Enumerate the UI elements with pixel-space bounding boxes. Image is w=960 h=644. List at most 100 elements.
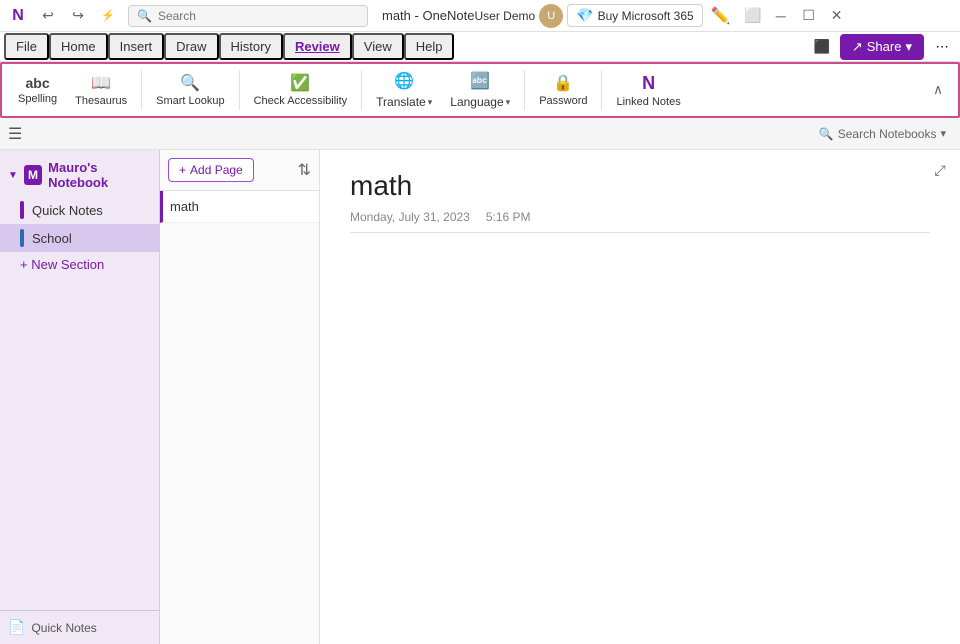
quick-notes-label: Quick Notes: [32, 203, 103, 218]
menu-home[interactable]: Home: [49, 33, 108, 60]
notebook-icon: M: [24, 165, 42, 185]
search-notebooks-label: Search Notebooks: [838, 127, 937, 141]
title-bar-right: User Demo U 💎 Buy Microsoft 365 ✏️ ⬜ ─ ☐…: [475, 4, 851, 28]
translate-chevron-icon: ▾: [428, 97, 433, 108]
section-bar-quick-notes: [20, 201, 24, 219]
menu-draw[interactable]: Draw: [164, 33, 218, 60]
thesaurus-icon: 📖: [91, 73, 111, 93]
hamburger-button[interactable]: ☰: [8, 124, 22, 144]
menu-right: ⬛ ↗ Share ▾ ⋯: [808, 34, 956, 60]
note-area[interactable]: ⤢ math Monday, July 31, 2023 5:16 PM: [320, 150, 960, 644]
menu-review[interactable]: Review: [283, 33, 352, 60]
spelling-label: Spelling: [18, 93, 57, 105]
menu-insert[interactable]: Insert: [108, 33, 165, 60]
ribbon-items: abc Spelling 📖 Thesaurus 🔍 Smart Lookup …: [10, 67, 950, 113]
quick-notes-footer-icon: 📄: [8, 619, 25, 636]
ribbon-sep-5: [601, 70, 602, 110]
quick-notes-footer-label: Quick Notes: [31, 621, 96, 635]
sidebar-footer[interactable]: 📄 Quick Notes: [0, 610, 159, 644]
sort-pages-button[interactable]: ⇅: [298, 160, 311, 180]
ribbon-sep-3: [361, 70, 362, 110]
school-label: School: [32, 231, 72, 246]
menu-help[interactable]: Help: [404, 33, 455, 60]
language-chevron-icon: ▾: [506, 97, 511, 108]
autosave-button[interactable]: ⚡: [94, 4, 122, 28]
ribbon-collapse-button[interactable]: ∧: [926, 78, 950, 102]
check-accessibility-label: Check Accessibility: [254, 95, 348, 107]
notebook-name: Mauro's Notebook: [48, 160, 151, 190]
notebook-view-button[interactable]: ⬜: [739, 4, 767, 28]
password-icon: 🔒: [553, 73, 573, 93]
language-label: Language: [450, 95, 503, 109]
search-notebooks-icon: 🔍: [819, 127, 834, 141]
search-icon: 🔍: [137, 9, 152, 23]
menu-history[interactable]: History: [219, 33, 283, 60]
ribbon: abc Spelling 📖 Thesaurus 🔍 Smart Lookup …: [0, 62, 960, 118]
smart-lookup-icon: 🔍: [180, 73, 200, 93]
spelling-button[interactable]: abc Spelling: [10, 71, 65, 109]
more-options-button[interactable]: ⋯: [928, 34, 956, 60]
share-label: Share: [867, 39, 902, 54]
notebook-layout-button[interactable]: ⬛: [808, 34, 836, 60]
user-info: User Demo U: [475, 4, 564, 28]
title-search-box[interactable]: 🔍: [128, 5, 368, 27]
chevron-up-icon: ∧: [933, 82, 943, 98]
avatar: U: [539, 4, 563, 28]
add-page-label: Add Page: [190, 163, 243, 177]
page-math-label: math: [170, 199, 199, 214]
menu-file[interactable]: File: [4, 33, 49, 60]
ribbon-sep-1: [141, 70, 142, 110]
expand-button[interactable]: ⤢: [928, 158, 952, 182]
note-title: math: [350, 170, 930, 202]
sidebar: ▼ M Mauro's Notebook Quick Notes School …: [0, 150, 160, 644]
note-content[interactable]: [350, 249, 930, 549]
undo-button[interactable]: ↩: [34, 4, 62, 28]
minimize-button[interactable]: ─: [767, 4, 795, 28]
password-button[interactable]: 🔒 Password: [531, 69, 595, 111]
search-notebooks-button[interactable]: 🔍 Search Notebooks ▾: [813, 125, 952, 143]
sidebar-item-school[interactable]: School: [0, 224, 159, 252]
share-button[interactable]: ↗ Share ▾: [840, 34, 924, 60]
smart-lookup-label: Smart Lookup: [156, 95, 224, 107]
translate-icon: 🌐: [394, 71, 414, 91]
note-time: 5:16 PM: [486, 210, 531, 224]
language-button[interactable]: 🔤 Language ▾: [442, 67, 518, 113]
onenote-app-icon: N: [8, 6, 28, 26]
new-section-label: + New Section: [20, 257, 104, 272]
translate-button[interactable]: 🌐 Translate ▾: [368, 67, 440, 113]
main-layout: ▼ M Mauro's Notebook Quick Notes School …: [0, 150, 960, 644]
window-controls: ⬜ ─ ☐ ✕: [739, 4, 851, 28]
translate-label: Translate: [376, 95, 426, 109]
notebook-header[interactable]: ▼ M Mauro's Notebook: [0, 154, 159, 196]
note-meta: Monday, July 31, 2023 5:16 PM: [350, 210, 930, 233]
app-title: math - OneNote: [382, 8, 475, 23]
language-icon: 🔤: [470, 71, 490, 91]
search-input[interactable]: [158, 9, 359, 23]
ms365-icon: 💎: [576, 7, 593, 24]
pages-panel: + Add Page ⇅ math: [160, 150, 320, 644]
title-bar: N ↩ ↪ ⚡ 🔍 math - OneNote User Demo U 💎 B…: [0, 0, 960, 32]
search-notebooks-bar: 🔍 Search Notebooks ▾: [813, 125, 952, 143]
redo-button[interactable]: ↪: [64, 4, 92, 28]
thesaurus-button[interactable]: 📖 Thesaurus: [67, 69, 135, 111]
share-chevron-icon: ▾: [905, 39, 912, 55]
linked-notes-icon: N: [642, 73, 655, 94]
thesaurus-label: Thesaurus: [75, 95, 127, 107]
maximize-button[interactable]: ☐: [795, 4, 823, 28]
add-page-button[interactable]: + Add Page: [168, 158, 254, 182]
page-item-math[interactable]: math: [160, 191, 319, 223]
menu-view[interactable]: View: [352, 33, 404, 60]
sidebar-item-quick-notes[interactable]: Quick Notes: [0, 196, 159, 224]
check-accessibility-icon: ✅: [290, 73, 310, 93]
new-section-button[interactable]: + New Section: [0, 252, 159, 277]
smart-lookup-button[interactable]: 🔍 Smart Lookup: [148, 69, 232, 111]
check-accessibility-button[interactable]: ✅ Check Accessibility: [246, 69, 356, 111]
share-icon: ↗: [852, 39, 863, 55]
title-bar-left: N ↩ ↪ ⚡ 🔍 math - OneNote: [8, 4, 475, 28]
linked-notes-label: Linked Notes: [616, 96, 680, 108]
linked-notes-button[interactable]: N Linked Notes: [608, 69, 688, 112]
close-button[interactable]: ✕: [823, 4, 851, 28]
pen-button[interactable]: ✏️: [707, 4, 735, 28]
ms365-button[interactable]: 💎 Buy Microsoft 365: [567, 4, 702, 27]
notebooks-chevron-icon: ▾: [940, 127, 946, 140]
